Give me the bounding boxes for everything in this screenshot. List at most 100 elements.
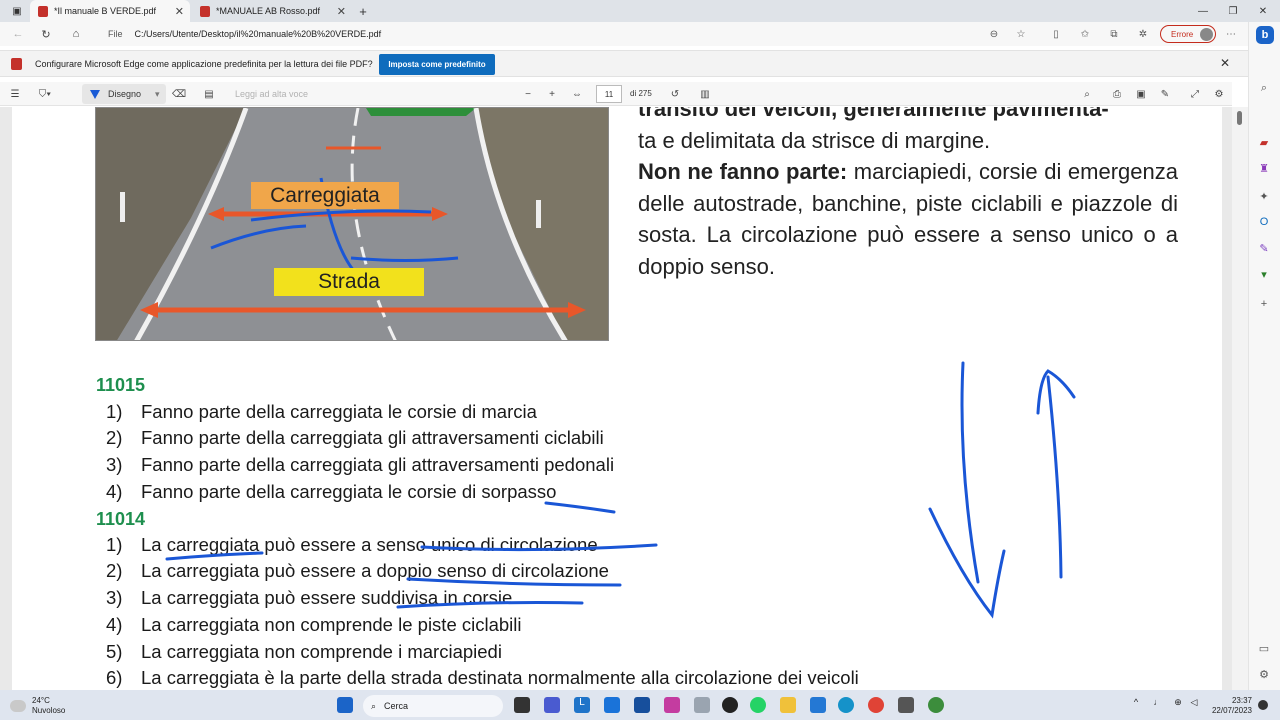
taskbar-search[interactable]: ⌕ Cerca bbox=[363, 695, 503, 717]
page-view-icon[interactable]: ▥ bbox=[698, 86, 712, 102]
contents-icon[interactable]: ☰ bbox=[8, 86, 22, 102]
camera-icon[interactable] bbox=[898, 697, 914, 713]
question-item: 2) Fanno parte della carreggiata gli attr… bbox=[106, 427, 604, 448]
clock[interactable]: 23:37 22/07/2023 bbox=[1206, 696, 1252, 716]
edge-icon[interactable] bbox=[838, 697, 854, 713]
close-window-icon[interactable]: ✕ bbox=[1248, 0, 1278, 22]
network-icon[interactable]: ⊕ bbox=[1170, 697, 1186, 713]
save-icon[interactable]: ▣ bbox=[1134, 86, 1148, 102]
add-icon[interactable]: + bbox=[1256, 296, 1272, 312]
highlight-icon[interactable]: ⛉▾ bbox=[34, 86, 56, 102]
close-infobar-icon[interactable]: ✕ bbox=[1220, 56, 1230, 70]
chrome-icon[interactable] bbox=[868, 697, 884, 713]
windows-taskbar: 24°C Nuvoloso ⌕ Cerca L ^ ♩ ⊕ ◁ 23:37 22… bbox=[0, 690, 1280, 720]
task-view-icon[interactable] bbox=[514, 697, 530, 713]
question-item: 3) La carreggiata può essere suddivisa in… bbox=[106, 587, 513, 608]
search-icon[interactable]: ⌕ bbox=[1256, 80, 1272, 96]
weather-widget[interactable]: 24°C Nuvoloso bbox=[10, 696, 65, 716]
text-icon[interactable]: ▤ bbox=[202, 86, 216, 102]
question-code: 11015 bbox=[96, 375, 146, 395]
maximize-icon[interactable]: ❐ bbox=[1218, 0, 1248, 22]
shopping-icon[interactable]: ▰ bbox=[1256, 134, 1272, 150]
draw-button[interactable]: Disegno ▾ bbox=[82, 84, 166, 104]
eraser-icon[interactable]: ⌫ bbox=[172, 86, 186, 102]
tab-manuale-rosso[interactable]: *MANUALE AB Rosso.pdf ✕ bbox=[192, 0, 352, 22]
close-tab-icon[interactable]: ✕ bbox=[337, 5, 346, 18]
weather-desc: Nuvoloso bbox=[32, 706, 66, 715]
chevron-up-icon[interactable]: ^ bbox=[1128, 697, 1144, 713]
notification-icon[interactable] bbox=[1258, 700, 1268, 710]
favorites-icon[interactable]: ✩ bbox=[1077, 26, 1093, 42]
outlook-icon[interactable]: O bbox=[1256, 214, 1272, 230]
photos-icon[interactable] bbox=[664, 697, 680, 713]
tab-manuale-verde[interactable]: *Il manuale B VERDE.pdf ✕ bbox=[30, 0, 190, 22]
sidebar-toggle-icon[interactable]: ▭ bbox=[1256, 640, 1272, 656]
profile-error-label: Errore bbox=[1171, 29, 1194, 39]
snip-icon[interactable] bbox=[694, 697, 710, 713]
settings-gear-icon[interactable]: ⚙ bbox=[1256, 666, 1272, 682]
drop-icon[interactable]: ▾ bbox=[1256, 266, 1272, 282]
vscode-icon[interactable] bbox=[810, 697, 826, 713]
question-item: 4) Fanno parte della carreggiata le corsi… bbox=[106, 481, 557, 502]
search-placeholder: Cerca bbox=[384, 701, 409, 711]
rotate-icon[interactable]: ↺ bbox=[668, 86, 682, 102]
chrome-profile-icon[interactable] bbox=[928, 697, 944, 713]
copilot-icon[interactable]: b bbox=[1256, 26, 1274, 44]
tools-icon[interactable]: ♜ bbox=[1256, 160, 1272, 176]
draw-label: Disegno bbox=[108, 89, 142, 99]
tab-bar: ▣ *Il manuale B VERDE.pdf ✕ *MANUALE AB … bbox=[0, 0, 1280, 22]
read-aloud-button[interactable]: Leggi ad alta voce bbox=[235, 89, 308, 99]
new-tab-icon[interactable]: + bbox=[348, 0, 378, 22]
collections-icon[interactable]: ⧉ bbox=[1106, 26, 1122, 42]
edit-icon[interactable]: ✎ bbox=[1256, 240, 1272, 256]
scrollbar-thumb[interactable] bbox=[1237, 111, 1242, 125]
edge-sidebar: b ⌕ ▰ ♜ ✦ O ✎ ▾ + ▭ ⚙ bbox=[1248, 22, 1280, 690]
definition-bold-lead: Non ne fanno parte: bbox=[638, 159, 848, 184]
question-code: 11014 bbox=[96, 509, 146, 529]
media-icon[interactable] bbox=[722, 697, 738, 713]
print-icon[interactable]: ⎙ bbox=[1110, 86, 1124, 102]
profile-error-button[interactable]: Errore bbox=[1160, 25, 1216, 43]
home-icon[interactable]: ⌂ bbox=[68, 26, 84, 42]
extensions-icon[interactable]: ✲ bbox=[1135, 26, 1151, 42]
url-field[interactable]: File C:/Users/Utente/Desktop/il%20manual… bbox=[108, 27, 381, 41]
road-photo: Carreggiata Strada bbox=[95, 107, 609, 341]
back-icon[interactable]: ← bbox=[10, 26, 26, 42]
pdf-scrollbar[interactable] bbox=[1232, 107, 1248, 690]
page-number-input[interactable]: 11 bbox=[596, 85, 622, 103]
zoom-in-icon[interactable]: + bbox=[546, 86, 558, 102]
zoom-out-icon[interactable]: − bbox=[522, 86, 534, 102]
windows-start-icon[interactable] bbox=[337, 697, 353, 713]
fullscreen-icon[interactable]: ⤢ bbox=[1188, 86, 1202, 102]
fit-page-icon[interactable]: ⇔ bbox=[570, 86, 584, 102]
zoom-icon[interactable]: ⊖ bbox=[986, 26, 1002, 42]
road-illustration bbox=[96, 108, 608, 340]
more-menu-icon[interactable]: ⋯ bbox=[1223, 26, 1239, 42]
mail-icon[interactable] bbox=[604, 697, 620, 713]
split-screen-icon[interactable]: ▯ bbox=[1048, 26, 1064, 42]
question-item: 2) La carreggiata può essere a doppio sen… bbox=[106, 560, 609, 581]
tab-actions-icon[interactable]: ▣ bbox=[2, 0, 32, 22]
search-icon[interactable]: ⌕ bbox=[1080, 86, 1094, 102]
avatar bbox=[1200, 28, 1213, 41]
minimize-icon[interactable]: — bbox=[1188, 0, 1218, 22]
mic-icon[interactable]: ♩ bbox=[1150, 697, 1166, 713]
pdf-viewer[interactable]: Carreggiata Strada transito dei veicoli,… bbox=[0, 107, 1232, 690]
games-icon[interactable]: ✦ bbox=[1256, 188, 1272, 204]
question-item: 6) La carreggiata è la parte della strada… bbox=[106, 667, 859, 688]
volume-icon[interactable]: ◁ bbox=[1186, 697, 1202, 713]
file-explorer-icon[interactable] bbox=[780, 697, 796, 713]
app-l-icon[interactable]: L bbox=[574, 697, 590, 713]
refresh-icon[interactable]: ↻ bbox=[38, 26, 54, 42]
close-tab-icon[interactable]: ✕ bbox=[175, 5, 184, 18]
question-item: 1) Fanno parte della carreggiata le corsi… bbox=[106, 401, 537, 422]
set-default-button[interactable]: Imposta come predefinito bbox=[379, 54, 495, 75]
save-as-icon[interactable]: ✎ bbox=[1158, 86, 1172, 102]
calendar-icon[interactable] bbox=[634, 697, 650, 713]
question-item: 1) La carreggiata può essere a senso unic… bbox=[106, 534, 598, 555]
teams-icon[interactable] bbox=[544, 697, 560, 713]
settings-gear-icon[interactable]: ⚙ bbox=[1212, 86, 1226, 102]
default-pdf-infobar: Configurare Microsoft Edge come applicaz… bbox=[0, 50, 1248, 77]
whatsapp-icon[interactable] bbox=[750, 697, 766, 713]
favorite-star-icon[interactable]: ☆ bbox=[1013, 26, 1029, 42]
